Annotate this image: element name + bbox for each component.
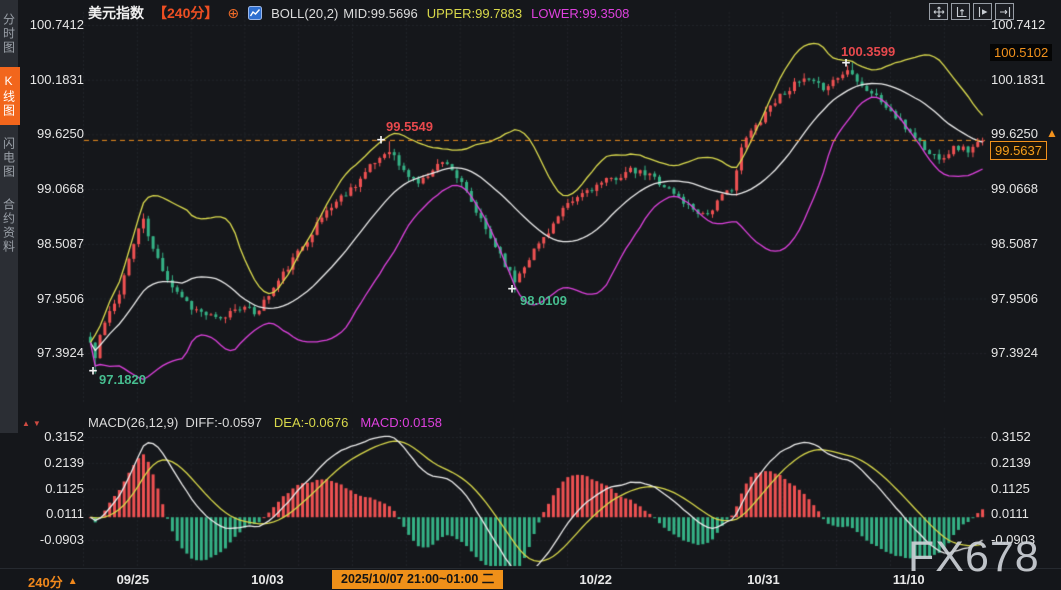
period-selector[interactable]: 240分 ▲ xyxy=(28,572,78,590)
period-tag[interactable]: 【240分】 xyxy=(153,3,218,23)
macd-macd-value: MACD:0.0158 xyxy=(360,415,442,430)
circle-plus-icon[interactable]: ⊕ xyxy=(227,6,239,20)
goto-latest-button[interactable] xyxy=(995,3,1014,20)
goto-latest-icon xyxy=(999,6,1011,18)
symbol-name: 美元指数 xyxy=(88,3,144,23)
period-selector-label: 240分 xyxy=(28,572,63,590)
kline-chart-app: 分时图 K线图闪电图合约资料 美元指数 【240分】 ⊕ BOLL(20,2) M… xyxy=(0,0,1061,590)
x-axis-label: 10/31 xyxy=(733,572,793,587)
macd-title: MACD(26,12,9) xyxy=(88,415,178,430)
fit-axis-button[interactable] xyxy=(951,3,970,20)
indicator-cycle-controls: ▲ ▼ xyxy=(22,419,41,429)
x-axis-label: 10/03 xyxy=(237,572,297,587)
pan-tool-button[interactable] xyxy=(929,3,948,20)
macd-dea-value: DEA:-0.0676 xyxy=(274,415,348,430)
sidebar-item-合约资料[interactable]: 合约资料 xyxy=(0,191,20,261)
current-price-badge: 99.5637 xyxy=(990,141,1047,160)
chart-header: 美元指数 【240分】 ⊕ BOLL(20,2) MID:99.5696 UPP… xyxy=(88,3,629,23)
sidebar-item-K线图[interactable]: K线图 xyxy=(0,67,20,125)
macd-header: MACD(26,12,9) DIFF:-0.0597 DEA:-0.0676 M… xyxy=(88,415,442,430)
boll-upper-value: UPPER:99.7883 xyxy=(427,6,522,21)
auto-scroll-icon xyxy=(977,6,989,18)
fit-axis-icon xyxy=(955,6,967,18)
kline-chart-icon xyxy=(248,6,262,20)
high-price-badge: 100.5102 xyxy=(990,44,1052,61)
boll-mid-value: MID:99.5696 xyxy=(343,6,417,21)
pan-icon xyxy=(933,6,945,18)
current-price-marker-icon: ▲ xyxy=(1046,126,1058,140)
chart-toolbar xyxy=(929,3,1014,20)
crosshair-date-tooltip: 2025/10/07 21:00~01:00 二 xyxy=(332,570,503,589)
x-axis-label: 10/22 xyxy=(566,572,626,587)
time-axis-bar: 240分 ▲ 2025/10/07 21:00~01:00 二 09/25 10/… xyxy=(0,568,1061,590)
watermark: FX678 xyxy=(908,533,1040,582)
sidebar-item-分时图[interactable]: 分时图 xyxy=(0,6,20,62)
chart-canvas[interactable] xyxy=(0,0,1061,590)
macd-diff-value: DIFF:-0.0597 xyxy=(185,415,262,430)
chevron-up-icon: ▲ xyxy=(68,576,78,587)
boll-lower-value: LOWER:99.3508 xyxy=(531,6,629,21)
x-axis-label: 09/25 xyxy=(103,572,163,587)
chart-type-sidebar: 分时图 K线图闪电图合约资料 xyxy=(0,0,18,433)
boll-label: BOLL(20,2) xyxy=(271,6,338,21)
indicator-prev-icon[interactable]: ▲ xyxy=(22,419,30,429)
sidebar-item-闪电图[interactable]: 闪电图 xyxy=(0,130,20,186)
indicator-next-icon[interactable]: ▼ xyxy=(33,419,41,429)
auto-scroll-button[interactable] xyxy=(973,3,992,20)
